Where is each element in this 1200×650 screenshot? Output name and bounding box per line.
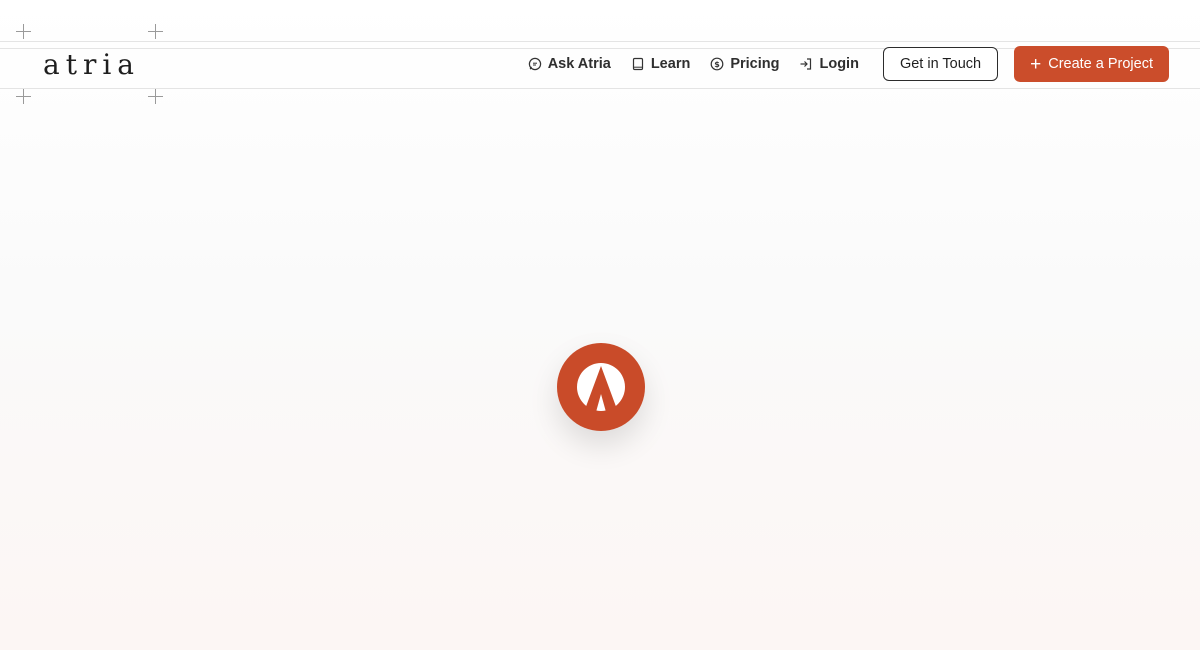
main-nav: Ask Atria Learn $ Pricing Login Get in T… xyxy=(528,46,1169,82)
nav-pricing-label: Pricing xyxy=(730,56,780,72)
corner-crosshair-mark xyxy=(148,89,163,104)
nav-login[interactable]: Login xyxy=(799,56,859,72)
nav-login-label: Login xyxy=(819,56,859,72)
site-header: atria Ask Atria Learn $ Pricing Login Ge… xyxy=(0,41,1200,89)
plus-icon: + xyxy=(1030,53,1042,75)
loading-spinner xyxy=(557,343,645,431)
dollar-circle-icon: $ xyxy=(710,57,724,71)
book-icon xyxy=(632,57,643,71)
nav-ask-atria[interactable]: Ask Atria xyxy=(528,56,611,72)
svg-text:$: $ xyxy=(715,60,721,69)
atria-logo-mark-icon xyxy=(577,363,625,412)
corner-crosshair-mark xyxy=(16,24,31,39)
create-project-label: Create a Project xyxy=(1048,56,1153,72)
login-arrow-icon xyxy=(800,58,812,70)
get-in-touch-button[interactable]: Get in Touch xyxy=(882,47,999,81)
nav-ask-atria-label: Ask Atria xyxy=(547,56,611,72)
corner-crosshair-mark xyxy=(16,89,31,104)
chat-bubble-icon xyxy=(528,57,541,71)
nav-learn-label: Learn xyxy=(650,56,691,72)
atria-logo[interactable]: atria xyxy=(43,47,140,83)
create-project-button[interactable]: + Create a Project xyxy=(1014,46,1169,82)
nav-learn[interactable]: Learn xyxy=(631,56,691,72)
corner-crosshair-mark xyxy=(148,24,163,39)
nav-pricing[interactable]: $ Pricing xyxy=(710,56,779,72)
